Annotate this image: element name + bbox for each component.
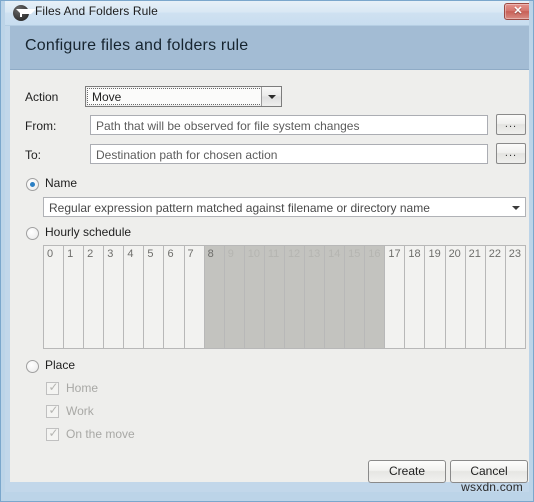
hour-cell-0[interactable]: 0 [44,246,65,348]
chevron-down-icon [267,94,276,99]
hour-cell-label: 9 [227,248,234,260]
hour-cell-label: 20 [448,248,461,260]
check-icon: ✓ [48,403,59,417]
radio-place[interactable] [26,360,39,373]
action-select[interactable]: Move [85,86,282,107]
action-label: Action [25,90,59,104]
window-title: Files And Folders Rule [35,4,158,18]
close-button[interactable]: ✕ [504,3,529,20]
hour-cell-label: 22 [488,248,501,260]
hour-cell-7[interactable]: 7 [184,246,205,348]
radio-place-label[interactable]: Place [45,358,75,372]
header-band: Configure files and folders rule [10,26,529,70]
to-browse-label: ... [504,147,518,159]
hour-cell-label: 17 [388,248,401,260]
dialog-window: Files And Folders Rule ✕ Configure files… [0,0,534,502]
radio-name[interactable] [26,178,39,191]
hour-cell-label: 1 [67,248,74,260]
from-browse-button[interactable]: ... [496,114,526,135]
hour-cell-label: 0 [47,248,54,260]
action-select-value: Move [92,90,122,104]
hour-cell-13[interactable]: 13 [305,246,326,348]
from-browse-label: ... [504,118,518,130]
hour-cell-17[interactable]: 17 [385,246,406,348]
to-input-placeholder: Destination path for chosen action [96,148,278,162]
hour-cell-19[interactable]: 19 [425,246,446,348]
hour-cell-11[interactable]: 11 [264,246,285,348]
hour-cell-label: 13 [308,248,321,260]
hour-cell-label: 23 [508,248,522,260]
hour-cell-label: 3 [107,248,114,260]
radio-name-label[interactable]: Name [45,176,77,190]
hour-cell-15[interactable]: 15 [345,246,366,348]
hour-cell-label: 4 [127,248,134,260]
check-icon: ✓ [48,426,59,440]
checkbox-home[interactable]: ✓ [46,380,59,395]
checkbox-work-label: Work [66,404,94,418]
hour-cell-label: 18 [408,248,421,260]
hour-cell-label: 14 [328,248,341,260]
hour-cell-2[interactable]: 2 [84,246,105,348]
chevron-down-icon [512,206,520,210]
name-pattern-placeholder: Regular expression pattern matched again… [49,201,430,215]
hour-cell-3[interactable]: 3 [104,246,125,348]
hour-cell-22[interactable]: 22 [485,246,506,348]
hour-cell-16[interactable]: 16 [365,246,386,348]
hour-cell-label: 19 [428,248,441,260]
hour-cell-14[interactable]: 14 [325,246,346,348]
hour-cell-4[interactable]: 4 [124,246,145,348]
to-label: To: [25,148,42,162]
window-bottom-edge [5,492,529,497]
checkbox-on-the-move-label: On the move [66,427,135,441]
title-bar: Files And Folders Rule ✕ [5,0,529,26]
hour-cell-label: 16 [368,248,381,260]
hour-cell-10[interactable]: 10 [244,246,265,348]
from-input[interactable]: Path that will be observed for file syst… [90,115,488,135]
hour-cell-label: 7 [187,248,194,260]
dialog-content: Action Move From: Path that will be obse… [10,70,529,483]
hour-cell-6[interactable]: 6 [164,246,185,348]
hour-cell-label: 12 [287,248,301,260]
checkbox-home-label: Home [66,381,99,395]
hour-cell-label: 11 [267,248,280,260]
hour-cell-label: 21 [468,248,481,260]
radio-hourly-schedule-label[interactable]: Hourly schedule [45,225,131,239]
hour-cell-label: 10 [247,248,261,260]
from-input-placeholder: Path that will be observed for file syst… [96,119,360,133]
create-button[interactable]: Create [368,460,446,483]
funnel-icon [13,5,36,21]
cancel-button-label: Cancel [470,464,508,478]
to-browse-button[interactable]: ... [496,143,526,164]
to-input[interactable]: Destination path for chosen action [90,144,488,164]
hour-cell-20[interactable]: 20 [445,246,466,348]
hour-cell-9[interactable]: 9 [224,246,245,348]
hour-cell-1[interactable]: 1 [64,246,85,348]
hour-cell-8[interactable]: 8 [204,246,225,348]
hour-cell-18[interactable]: 18 [405,246,426,348]
hour-cell-label: 15 [348,248,361,260]
hour-cell-label: 5 [147,248,154,260]
radio-hourly-schedule[interactable] [26,227,39,240]
hour-cell-21[interactable]: 21 [465,246,486,348]
close-icon: ✕ [513,5,523,17]
create-button-label: Create [388,464,426,478]
checkbox-on-the-move[interactable]: ✓ [46,426,59,441]
checkbox-work[interactable]: ✓ [46,403,59,418]
action-select-arrow-button[interactable] [261,87,281,106]
check-icon: ✓ [48,380,59,394]
page-title: Configure files and folders rule [25,37,249,54]
hour-cell-label: 8 [207,248,214,260]
hour-cell-label: 2 [87,248,94,260]
name-pattern-select[interactable]: Regular expression pattern matched again… [43,197,526,217]
hourly-schedule-grid[interactable]: 0 1 2 3 4 5 6 7 8 9 10 11 12 13 14 15 16 17 18 19 20 21 22 23 [43,245,526,349]
hour-cell-label: 6 [167,248,174,260]
from-label: From: [25,119,57,133]
hour-cell-5[interactable]: 5 [144,246,165,348]
hour-cell-12[interactable]: 12 [284,246,306,348]
hour-cell-23[interactable]: 23 [505,246,525,348]
